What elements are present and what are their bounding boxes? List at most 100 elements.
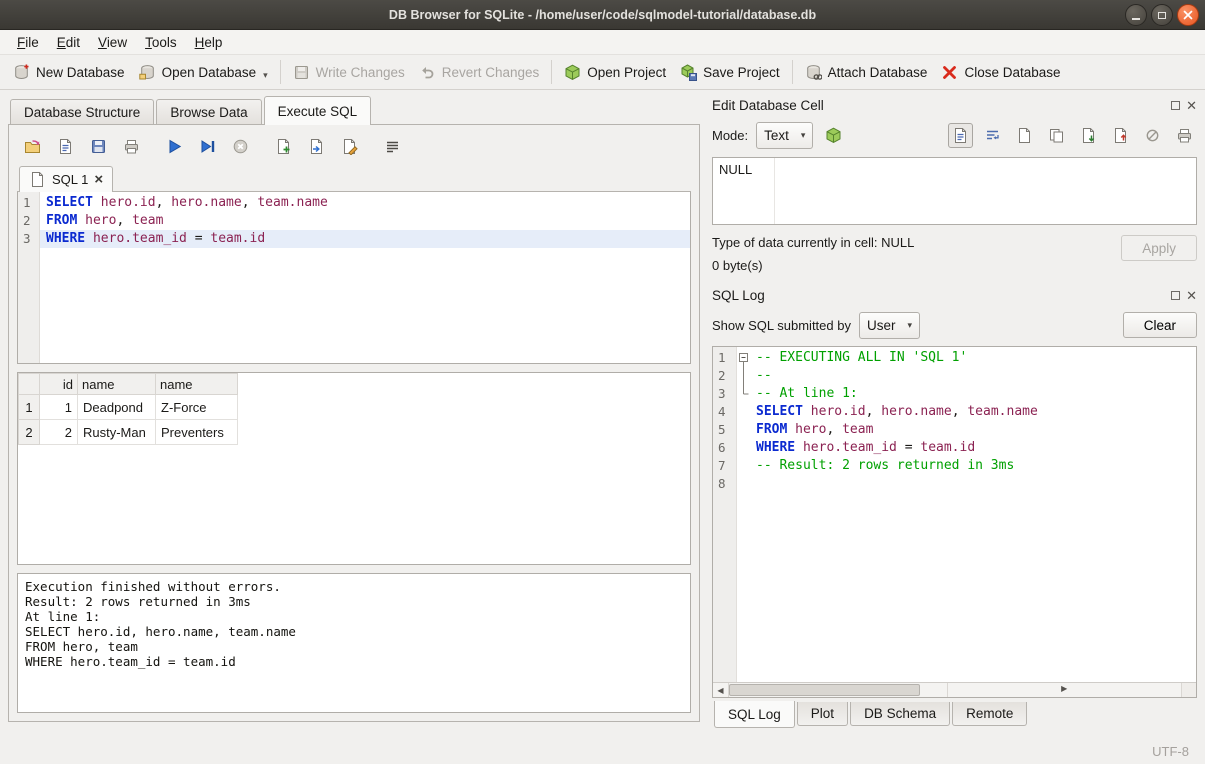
- table-row[interactable]: 11DeadpondZ-Force: [19, 395, 238, 420]
- log-filter-select[interactable]: User ▾: [859, 312, 920, 339]
- editor-code-area[interactable]: SELECT hero.id, hero.name, team.nameFROM…: [40, 192, 690, 363]
- open-cell-button[interactable]: [1012, 123, 1037, 148]
- tab-database-structure[interactable]: Database Structure: [10, 99, 154, 124]
- log-filter-label: Show SQL submitted by: [712, 318, 851, 333]
- sql-log-view[interactable]: 12345678 -- EXECUTING ALL IN 'SQL 1'----…: [712, 346, 1197, 698]
- sql1-tab-label: SQL 1: [52, 172, 88, 187]
- copy-cell-button[interactable]: [1044, 123, 1069, 148]
- table-cell[interactable]: Preventers: [156, 420, 238, 445]
- print-cell-button[interactable]: [1172, 123, 1197, 148]
- menu-view[interactable]: View: [89, 32, 136, 53]
- revert-changes-button: Revert Changes: [412, 59, 547, 86]
- menu-file[interactable]: File: [8, 32, 48, 53]
- close-database-button[interactable]: Close Database: [934, 59, 1067, 86]
- scrollbar-track[interactable]: [729, 683, 947, 697]
- code-line: SELECT hero.id, hero.name, team.name: [750, 403, 1196, 421]
- save-sql-as-button[interactable]: [87, 135, 109, 157]
- export-cell-button[interactable]: [1108, 123, 1133, 148]
- menu-edit[interactable]: Edit: [48, 32, 89, 53]
- table-cell[interactable]: Deadpond: [78, 395, 156, 420]
- line-number: 4: [718, 403, 736, 421]
- line-number: 2: [23, 212, 39, 230]
- row-number-cell[interactable]: 2: [19, 420, 40, 445]
- table-cell[interactable]: 1: [40, 395, 78, 420]
- save-project-icon: [680, 64, 697, 81]
- sql1-tab[interactable]: SQL 1 ×: [19, 166, 113, 192]
- code-fold-margin[interactable]: [737, 347, 750, 682]
- write-changes-icon: [293, 64, 310, 81]
- text-view-button[interactable]: [948, 123, 973, 148]
- word-wrap-button[interactable]: [980, 123, 1005, 148]
- new-database-button[interactable]: New Database: [6, 59, 132, 86]
- window-controls: [1125, 4, 1199, 26]
- scroll-left-icon[interactable]: ◀: [713, 683, 729, 697]
- column-header-name1[interactable]: name: [78, 374, 156, 395]
- results-grid[interactable]: id name name 11DeadpondZ-Force22Rusty-Ma…: [17, 372, 691, 565]
- scrollbar-thumb[interactable]: [729, 684, 920, 696]
- clear-log-button[interactable]: Clear: [1123, 312, 1197, 338]
- line-number: 3: [718, 385, 736, 403]
- tab-execute-sql[interactable]: Execute SQL: [264, 96, 372, 125]
- cell-value-text: NULL: [719, 162, 752, 177]
- open-database-button[interactable]: Open Database ▾: [132, 59, 275, 86]
- open-project-button[interactable]: Open Project: [557, 59, 673, 86]
- tab-sql-log[interactable]: SQL Log: [714, 701, 795, 728]
- open-sql-file-button[interactable]: [21, 135, 43, 157]
- save-project-button[interactable]: Save Project: [673, 59, 787, 86]
- float-dock-icon[interactable]: [1171, 101, 1180, 110]
- tab-db-schema[interactable]: DB Schema: [850, 702, 950, 726]
- scroll-right-icon[interactable]: ▶: [947, 683, 1182, 697]
- table-cell[interactable]: Z-Force: [156, 395, 238, 420]
- close-icon: [1183, 10, 1193, 20]
- fold-collapse-icon[interactable]: [737, 349, 750, 367]
- sql-editor[interactable]: 123 SELECT hero.id, hero.name, team.name…: [17, 192, 691, 364]
- code-line: WHERE hero.team_id = team.id: [40, 230, 690, 248]
- attach-database-button[interactable]: Attach Database: [798, 59, 935, 86]
- titlebar[interactable]: DB Browser for SQLite - /home/user/code/…: [0, 0, 1205, 30]
- execution-output[interactable]: Execution finished without errors. Resul…: [17, 573, 691, 713]
- save-sql-file-button[interactable]: [54, 135, 76, 157]
- rename-tab-button[interactable]: [338, 135, 360, 157]
- fold-margin-line: [737, 403, 750, 421]
- horizontal-scrollbar[interactable]: ◀ ▶: [713, 682, 1196, 697]
- execute-line-button[interactable]: [196, 135, 218, 157]
- tab-remote[interactable]: Remote: [952, 702, 1027, 726]
- revert-changes-icon: [419, 64, 436, 81]
- code-line: -- EXECUTING ALL IN 'SQL 1': [750, 349, 1196, 367]
- attach-database-icon: [805, 64, 822, 81]
- import-cell-button[interactable]: [1076, 123, 1101, 148]
- auto-format-button[interactable]: [381, 135, 403, 157]
- table-row[interactable]: 22Rusty-ManPreventers: [19, 420, 238, 445]
- table-cell[interactable]: Rusty-Man: [78, 420, 156, 445]
- minimize-button[interactable]: [1125, 4, 1147, 26]
- print-sql-button[interactable]: [120, 135, 142, 157]
- close-window-button[interactable]: [1177, 4, 1199, 26]
- tab-browse-data[interactable]: Browse Data: [156, 99, 261, 124]
- document-icon: [1016, 127, 1033, 144]
- text-view-icon: [952, 127, 969, 144]
- maximize-button[interactable]: [1151, 4, 1173, 26]
- window-title: DB Browser for SQLite - /home/user/code/…: [0, 8, 1205, 22]
- tab-plot[interactable]: Plot: [797, 702, 848, 726]
- menu-help[interactable]: Help: [186, 32, 232, 53]
- sql1-tab-close-icon[interactable]: ×: [94, 174, 103, 185]
- column-header-name2[interactable]: name: [156, 374, 238, 395]
- cell-value-editor[interactable]: NULL: [712, 157, 1197, 225]
- open-external-button[interactable]: [821, 123, 846, 148]
- open-in-tab-button[interactable]: [305, 135, 327, 157]
- close-dock-icon[interactable]: ✕: [1186, 101, 1197, 110]
- table-cell[interactable]: 2: [40, 420, 78, 445]
- new-tab-icon: [275, 138, 292, 155]
- column-header-id[interactable]: id: [40, 374, 78, 395]
- log-code-area: -- EXECUTING ALL IN 'SQL 1'---- At line …: [750, 347, 1196, 682]
- execute-all-button[interactable]: [163, 135, 185, 157]
- set-null-button[interactable]: [1140, 123, 1165, 148]
- chevron-down-icon[interactable]: ▾: [263, 70, 268, 81]
- code-line: WHERE hero.team_id = team.id: [750, 439, 1196, 457]
- mode-select[interactable]: Text ▾: [756, 122, 813, 149]
- menu-tools[interactable]: Tools: [136, 32, 186, 53]
- float-dock-icon[interactable]: [1171, 291, 1180, 300]
- close-dock-icon[interactable]: ✕: [1186, 291, 1197, 300]
- row-number-cell[interactable]: 1: [19, 395, 40, 420]
- new-sql-tab-button[interactable]: [272, 135, 294, 157]
